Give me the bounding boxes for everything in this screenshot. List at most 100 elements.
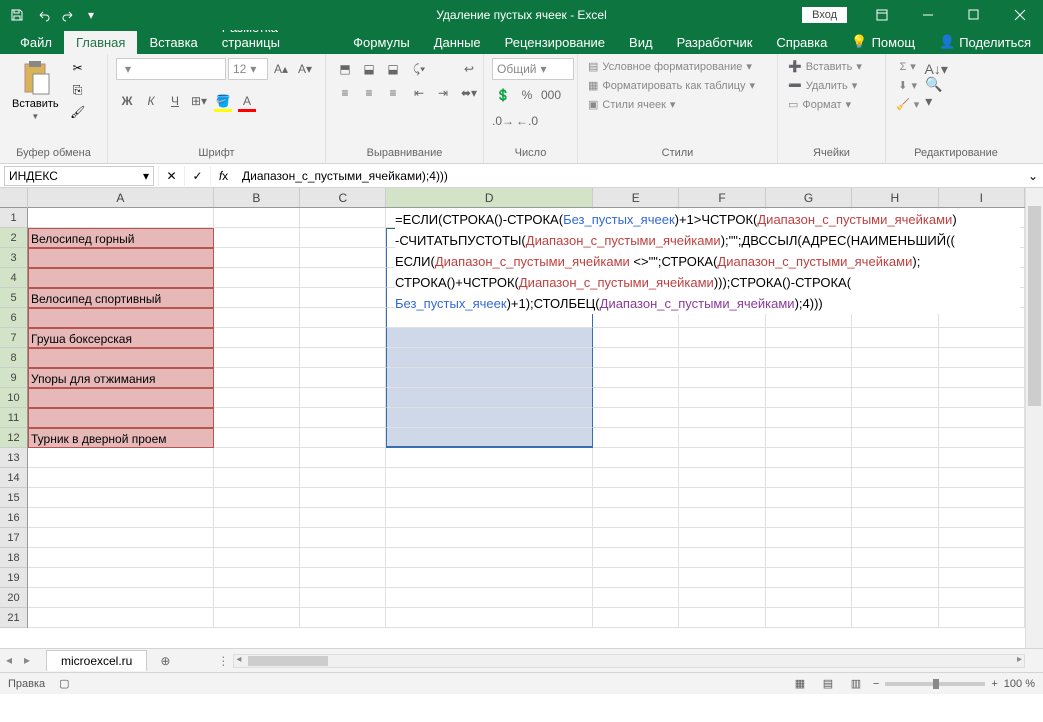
cell-G1[interactable] (766, 208, 852, 228)
cell-C2[interactable] (300, 228, 386, 248)
cell-H12[interactable] (852, 428, 938, 448)
cell-F12[interactable] (679, 428, 765, 448)
cell-E1[interactable] (593, 208, 679, 228)
cell-D21[interactable] (386, 608, 593, 628)
cell-F7[interactable] (679, 328, 765, 348)
comma-icon[interactable]: 000 (540, 84, 562, 106)
cell-G6[interactable] (766, 308, 852, 328)
page-layout-view-icon[interactable]: ▤ (817, 675, 839, 693)
cell-H6[interactable] (852, 308, 938, 328)
cell-C6[interactable] (300, 308, 386, 328)
cell-E6[interactable] (593, 308, 679, 328)
cell-H8[interactable] (852, 348, 938, 368)
cell-G12[interactable] (766, 428, 852, 448)
cell-E15[interactable] (593, 488, 679, 508)
tab-developer[interactable]: Разработчик (665, 31, 765, 54)
cell-C7[interactable] (300, 328, 386, 348)
cell-I5[interactable] (939, 288, 1025, 308)
cell-H15[interactable] (852, 488, 938, 508)
tab-data[interactable]: Данные (422, 31, 493, 54)
cell-H3[interactable] (852, 248, 938, 268)
cell-D4[interactable] (386, 268, 593, 288)
col-header-E[interactable]: E (593, 188, 679, 207)
cell-F10[interactable] (679, 388, 765, 408)
cell-C18[interactable] (300, 548, 386, 568)
cell-D3[interactable] (386, 248, 593, 268)
fx-icon[interactable]: fx (210, 166, 236, 186)
cell-F17[interactable] (679, 528, 765, 548)
cell-A17[interactable] (28, 528, 214, 548)
cell-H21[interactable] (852, 608, 938, 628)
cell-D11[interactable] (386, 408, 593, 428)
increase-indent-icon[interactable]: ⇥ (432, 82, 454, 104)
row-header-10[interactable]: 10 (0, 388, 27, 408)
cell-E20[interactable] (593, 588, 679, 608)
cell-C19[interactable] (300, 568, 386, 588)
cell-I14[interactable] (939, 468, 1025, 488)
cell-F19[interactable] (679, 568, 765, 588)
cell-C12[interactable] (300, 428, 386, 448)
cell-C13[interactable] (300, 448, 386, 468)
cell-I21[interactable] (939, 608, 1025, 628)
cell-B20[interactable] (214, 588, 300, 608)
paste-button[interactable]: Вставить ▼ (8, 58, 63, 123)
cell-D1[interactable] (386, 208, 593, 228)
decrease-indent-icon[interactable]: ⇤ (408, 82, 430, 104)
share-button[interactable]: 👤Поделиться (927, 30, 1043, 54)
cell-F6[interactable] (679, 308, 765, 328)
row-header-17[interactable]: 17 (0, 528, 27, 548)
cell-C4[interactable] (300, 268, 386, 288)
cell-A7[interactable]: Груша боксерская (28, 328, 214, 348)
tab-insert[interactable]: Вставка (137, 31, 209, 54)
font-color-icon[interactable]: A (236, 90, 258, 112)
cell-A2[interactable]: Велосипед горный (28, 228, 214, 248)
cell-B13[interactable] (214, 448, 300, 468)
cell-E4[interactable] (593, 268, 679, 288)
cell-G3[interactable] (766, 248, 852, 268)
add-sheet-icon[interactable]: ⊕ (153, 654, 177, 668)
col-header-H[interactable]: H (852, 188, 938, 207)
cell-F1[interactable] (679, 208, 765, 228)
cell-G9[interactable] (766, 368, 852, 388)
fill-button[interactable]: ⬇▾ (896, 77, 919, 94)
cell-B4[interactable] (214, 268, 300, 288)
cell-C14[interactable] (300, 468, 386, 488)
align-center-icon[interactable]: ≡ (358, 82, 380, 104)
cut-icon[interactable]: ✂ (67, 58, 89, 78)
cell-B8[interactable] (214, 348, 300, 368)
sheet-nav-prev-icon[interactable]: ◂ (6, 653, 22, 669)
cell-E5[interactable] (593, 288, 679, 308)
increase-decimal-icon[interactable]: .0→ (492, 110, 514, 132)
col-header-F[interactable]: F (679, 188, 765, 207)
row-header-2[interactable]: 2 (0, 228, 27, 248)
cell-I3[interactable] (939, 248, 1025, 268)
number-format-combo[interactable]: Общий▾ (492, 58, 574, 80)
cell-D12[interactable] (386, 428, 593, 448)
cell-A11[interactable] (28, 408, 214, 428)
cell-H14[interactable] (852, 468, 938, 488)
cell-A19[interactable] (28, 568, 214, 588)
cell-D18[interactable] (386, 548, 593, 568)
row-header-5[interactable]: 5 (0, 288, 27, 308)
cell-E21[interactable] (593, 608, 679, 628)
cell-B2[interactable] (214, 228, 300, 248)
cell-B18[interactable] (214, 548, 300, 568)
sheet-nav-next-icon[interactable]: ▸ (24, 653, 40, 669)
fill-color-icon[interactable]: 🪣 (212, 90, 234, 112)
zoom-slider[interactable] (885, 682, 985, 686)
expand-formula-bar-icon[interactable]: ⌄ (1023, 169, 1043, 183)
cell-G14[interactable] (766, 468, 852, 488)
cell-F4[interactable] (679, 268, 765, 288)
login-button[interactable]: Вход (802, 7, 847, 23)
cell-F13[interactable] (679, 448, 765, 468)
cell-B6[interactable] (214, 308, 300, 328)
find-select-icon[interactable]: 🔍▾ (925, 82, 947, 104)
underline-button[interactable]: Ч (164, 90, 186, 112)
cell-E7[interactable] (593, 328, 679, 348)
cell-E11[interactable] (593, 408, 679, 428)
cell-G13[interactable] (766, 448, 852, 468)
cell-G17[interactable] (766, 528, 852, 548)
cell-E19[interactable] (593, 568, 679, 588)
select-all-corner[interactable] (0, 188, 28, 208)
cell-D2[interactable] (386, 228, 593, 248)
